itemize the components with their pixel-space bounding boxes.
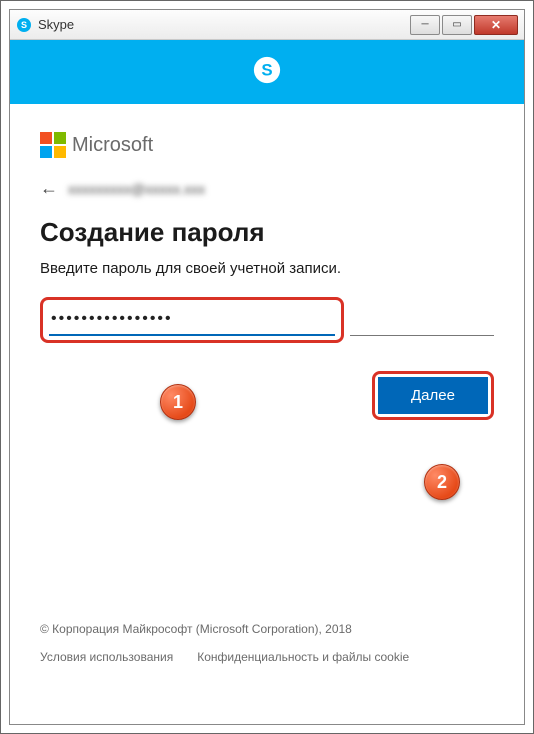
footer: © Корпорация Майкрософт (Microsoft Corpo… [40,622,494,664]
page-subtitle: Введите пароль для своей учетной записи. [40,260,494,277]
svg-text:S: S [21,20,27,30]
back-arrow-icon[interactable]: ← [40,178,58,199]
microsoft-logo: Microsoft [40,132,494,158]
minimize-button[interactable]: ─ [410,15,440,35]
skype-icon: S [16,17,32,33]
skype-header: S [10,40,524,104]
window-buttons: ─ ▭ ✕ [408,15,518,35]
footer-copyright: © Корпорация Майкрософт (Microsoft Corpo… [40,622,494,636]
window-frame: S Skype ─ ▭ ✕ S Microsoft [9,9,525,725]
callout-number-2: 2 [437,472,447,493]
callout-number-1: 1 [173,392,183,413]
next-row: Далее [40,371,494,420]
svg-text:S: S [261,60,272,79]
identity-row: ← xxxxxxxxx@xxxxx.xxx [40,178,494,199]
footer-privacy-link[interactable]: Конфиденциальность и файлы cookie [197,650,409,664]
input-underline [350,335,494,336]
window-title: Skype [38,17,408,32]
microsoft-label: Microsoft [72,134,153,157]
callout-highlight-2: Далее [372,371,494,420]
callout-badge-1: 1 [160,384,196,420]
skype-logo-icon: S [252,55,282,90]
titlebar: S Skype ─ ▭ ✕ [10,10,524,40]
page-title: Создание пароля [40,217,494,248]
callout-highlight-1 [40,297,344,343]
main-panel: Microsoft ← xxxxxxxxx@xxxxx.xxx Создание… [10,104,524,420]
password-row [40,297,494,343]
next-button[interactable]: Далее [378,377,488,414]
footer-terms-link[interactable]: Условия использования [40,650,173,664]
callout-badge-2: 2 [424,464,460,500]
identity-email: xxxxxxxxx@xxxxx.xxx [68,181,205,197]
microsoft-logo-icon [40,132,66,158]
password-input[interactable] [49,304,335,336]
close-button[interactable]: ✕ [474,15,518,35]
maximize-button[interactable]: ▭ [442,15,472,35]
content-area: S Microsoft ← xxxxxxxxx@xxxxx.xxx Создан… [10,40,524,724]
